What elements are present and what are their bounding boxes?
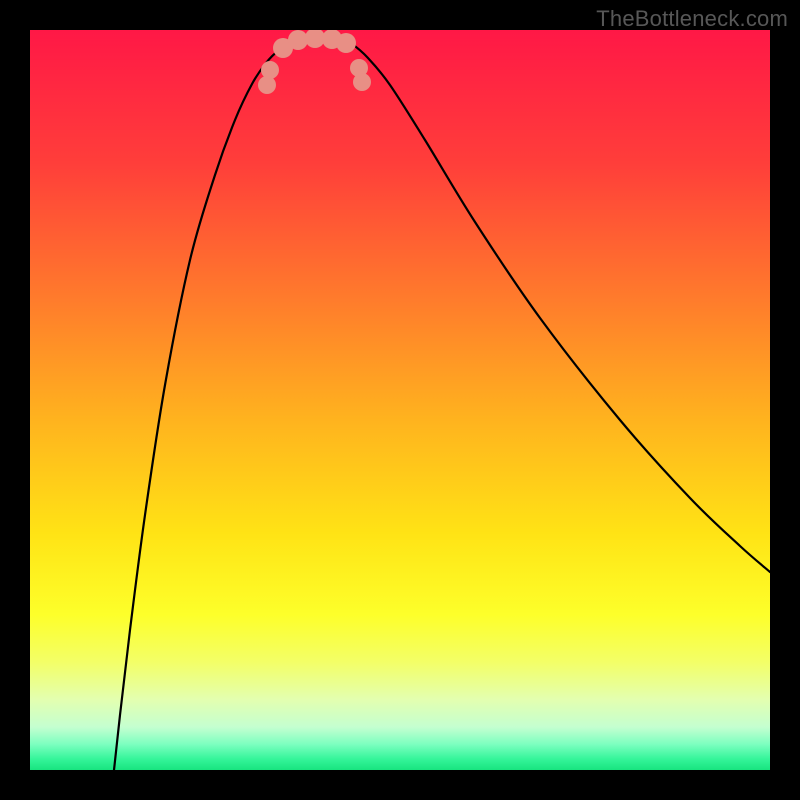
- plot-area: [30, 30, 770, 770]
- chart-frame: TheBottleneck.com: [0, 0, 800, 800]
- highlight-marker: [353, 73, 371, 91]
- gradient-background: [30, 30, 770, 770]
- chart-svg: [30, 30, 770, 770]
- highlight-marker: [336, 33, 356, 53]
- highlight-marker: [288, 30, 308, 50]
- highlight-marker: [258, 76, 276, 94]
- watermark-text: TheBottleneck.com: [596, 6, 788, 32]
- highlight-marker: [261, 61, 279, 79]
